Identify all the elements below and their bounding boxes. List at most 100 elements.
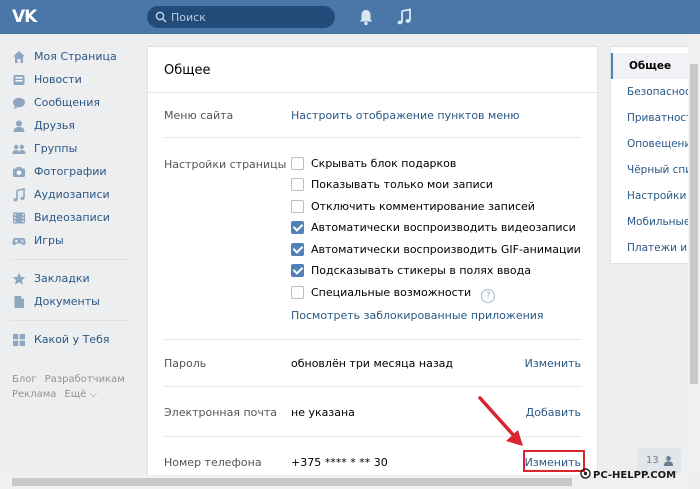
sidebar-item-label: Игры xyxy=(34,234,64,247)
settings-card: Общее Меню сайта Настроить отображение п… xyxy=(147,46,598,489)
sidebar-item-app[interactable]: Какой у Тебя xyxy=(0,329,135,351)
photo-icon xyxy=(13,167,25,177)
checkbox-sticker-hints[interactable]: Подсказывать стикеры в полях ввода xyxy=(291,263,591,279)
sidebar-item-label: Моя Страница xyxy=(34,50,117,63)
sidebar-item-label: Видеозаписи xyxy=(34,211,110,224)
nav-item-notifications[interactable]: Оповещения xyxy=(611,131,700,157)
change-password-link[interactable]: Изменить xyxy=(525,357,581,370)
checkbox-box[interactable] xyxy=(291,157,304,170)
nav-item-label: Оповещения xyxy=(627,138,698,150)
email-value: не указана xyxy=(291,406,355,419)
checkbox-autoplay-video[interactable]: Автоматически воспроизводить видеозаписи xyxy=(291,220,591,236)
user-icon xyxy=(663,456,674,466)
sidebar-item-label: Группы xyxy=(34,142,78,155)
checkbox-autoplay-gif[interactable]: Автоматически воспроизводить GIF-анимаци… xyxy=(291,242,591,258)
nav-item-payments[interactable]: Платежи и переводы xyxy=(611,235,700,261)
video-icon xyxy=(13,212,25,224)
checkbox-accessibility[interactable]: Специальные возможности? xyxy=(291,285,591,303)
checkbox-box-checked[interactable] xyxy=(291,264,304,277)
sidebar-item-audio[interactable]: Аудиозаписи xyxy=(0,184,135,206)
add-email-link[interactable]: Добавить xyxy=(526,406,581,419)
sidebar-divider xyxy=(10,259,130,260)
online-count: 13 xyxy=(646,455,659,466)
nav-item-general[interactable]: Общее xyxy=(611,53,700,79)
checkbox-label-wrap: Специальные возможности? xyxy=(311,286,496,303)
footer-link-developers[interactable]: Разработчикам xyxy=(45,374,125,385)
sidebar-item-friends[interactable]: Друзья xyxy=(0,115,135,137)
nav-item-blacklist[interactable]: Чёрный список xyxy=(611,157,700,183)
sidebar-item-my-page[interactable]: Моя Страница xyxy=(0,46,135,68)
messages-icon xyxy=(13,97,25,109)
phone-label: Номер телефона xyxy=(164,456,262,469)
search-box[interactable] xyxy=(147,6,335,28)
sidebar-item-games[interactable]: Игры xyxy=(0,230,135,252)
sidebar-item-label: Друзья xyxy=(34,119,76,132)
vertical-scrollbar[interactable] xyxy=(688,34,700,474)
home-icon xyxy=(13,51,25,63)
help-icon[interactable]: ? xyxy=(481,289,496,303)
scrollbar-thumb[interactable] xyxy=(12,478,572,486)
watermark: PC-HELPP.COM xyxy=(580,468,676,482)
search-input[interactable] xyxy=(171,8,327,26)
email-label: Электронная почта xyxy=(164,406,278,419)
app-grid-icon xyxy=(13,334,25,346)
sidebar-item-groups[interactable]: Группы xyxy=(0,138,135,160)
checkbox-label: Показывать только мои записи xyxy=(311,178,493,191)
highlight-box xyxy=(523,450,585,472)
checkbox-box-checked[interactable] xyxy=(291,221,304,234)
footer-link-more[interactable]: Ещё ⌵ xyxy=(64,389,97,400)
checkbox-box[interactable] xyxy=(291,286,304,299)
footer-link-blog[interactable]: Блог xyxy=(12,374,37,385)
sidebar-item-label: Документы xyxy=(34,295,100,308)
friends-icon xyxy=(13,120,25,132)
configure-menu-link[interactable]: Настроить отображение пунктов меню xyxy=(291,109,520,122)
search-icon xyxy=(155,11,167,23)
password-status: обновлён три месяца назад xyxy=(291,357,454,370)
sidebar-item-label: Какой у Тебя xyxy=(34,333,110,346)
scrollbar-thumb[interactable] xyxy=(690,64,698,384)
sidebar-divider xyxy=(10,320,130,321)
nav-item-privacy[interactable]: Приватность xyxy=(611,105,700,131)
password-label: Пароль xyxy=(164,357,207,370)
sidebar-item-documents[interactable]: Документы xyxy=(0,291,135,313)
vk-logo[interactable]: VK xyxy=(12,7,42,27)
row-divider xyxy=(164,386,582,387)
checkbox-box-checked[interactable] xyxy=(291,243,304,256)
sidebar-item-label: Фотографии xyxy=(34,165,107,178)
checkbox-box[interactable] xyxy=(291,200,304,213)
nav-item-security[interactable]: Безопасность xyxy=(611,79,700,105)
sidebar-item-photos[interactable]: Фотографии xyxy=(0,161,135,183)
sidebar-item-label: Сообщения xyxy=(34,96,101,109)
document-icon xyxy=(14,296,24,308)
red-arrow-annotation xyxy=(478,396,523,446)
footer-link-ads[interactable]: Реклама xyxy=(12,389,56,400)
checkbox-only-my-posts[interactable]: Показывать только мои записи xyxy=(291,177,591,193)
page-settings-label: Настройки страницы xyxy=(164,158,287,171)
checkbox-label: Отключить комментирование записей xyxy=(311,200,535,213)
sidebar-item-news[interactable]: Новости xyxy=(0,69,135,91)
row-divider xyxy=(164,137,582,138)
gamepad-icon xyxy=(12,238,26,246)
checkbox-label: Подсказывать стикеры в полях ввода xyxy=(311,264,531,277)
top-header: VK xyxy=(0,0,700,34)
star-icon xyxy=(12,272,26,285)
blocked-apps-link[interactable]: Посмотреть заблокированные приложения xyxy=(291,309,544,322)
nav-item-app-settings[interactable]: Настройки приложений xyxy=(611,183,700,209)
page-title: Общее xyxy=(164,63,211,78)
phone-value: +375 **** * ** 30 xyxy=(291,456,388,469)
sidebar-item-label: Аудиозаписи xyxy=(34,188,110,201)
checkbox-label: Скрывать блок подарков xyxy=(311,157,457,170)
checkbox-box[interactable] xyxy=(291,178,304,191)
checkbox-disable-comments[interactable]: Отключить комментирование записей xyxy=(291,199,591,215)
sidebar-item-bookmarks[interactable]: Закладки xyxy=(0,268,135,290)
settings-nav: Общее Безопасность Приватность Оповещени… xyxy=(610,46,700,264)
bell-icon[interactable] xyxy=(358,8,374,26)
nav-item-mobile[interactable]: Мобильные сервисы xyxy=(611,209,700,235)
sidebar-item-video[interactable]: Видеозаписи xyxy=(0,207,135,229)
music-note-icon[interactable] xyxy=(396,8,412,26)
groups-icon xyxy=(12,144,26,154)
watermark-logo-icon xyxy=(580,468,591,479)
checkbox-hide-gifts[interactable]: Скрывать блок подарков xyxy=(291,156,591,172)
news-icon xyxy=(13,75,25,85)
sidebar-item-messages[interactable]: Сообщения xyxy=(0,92,135,114)
